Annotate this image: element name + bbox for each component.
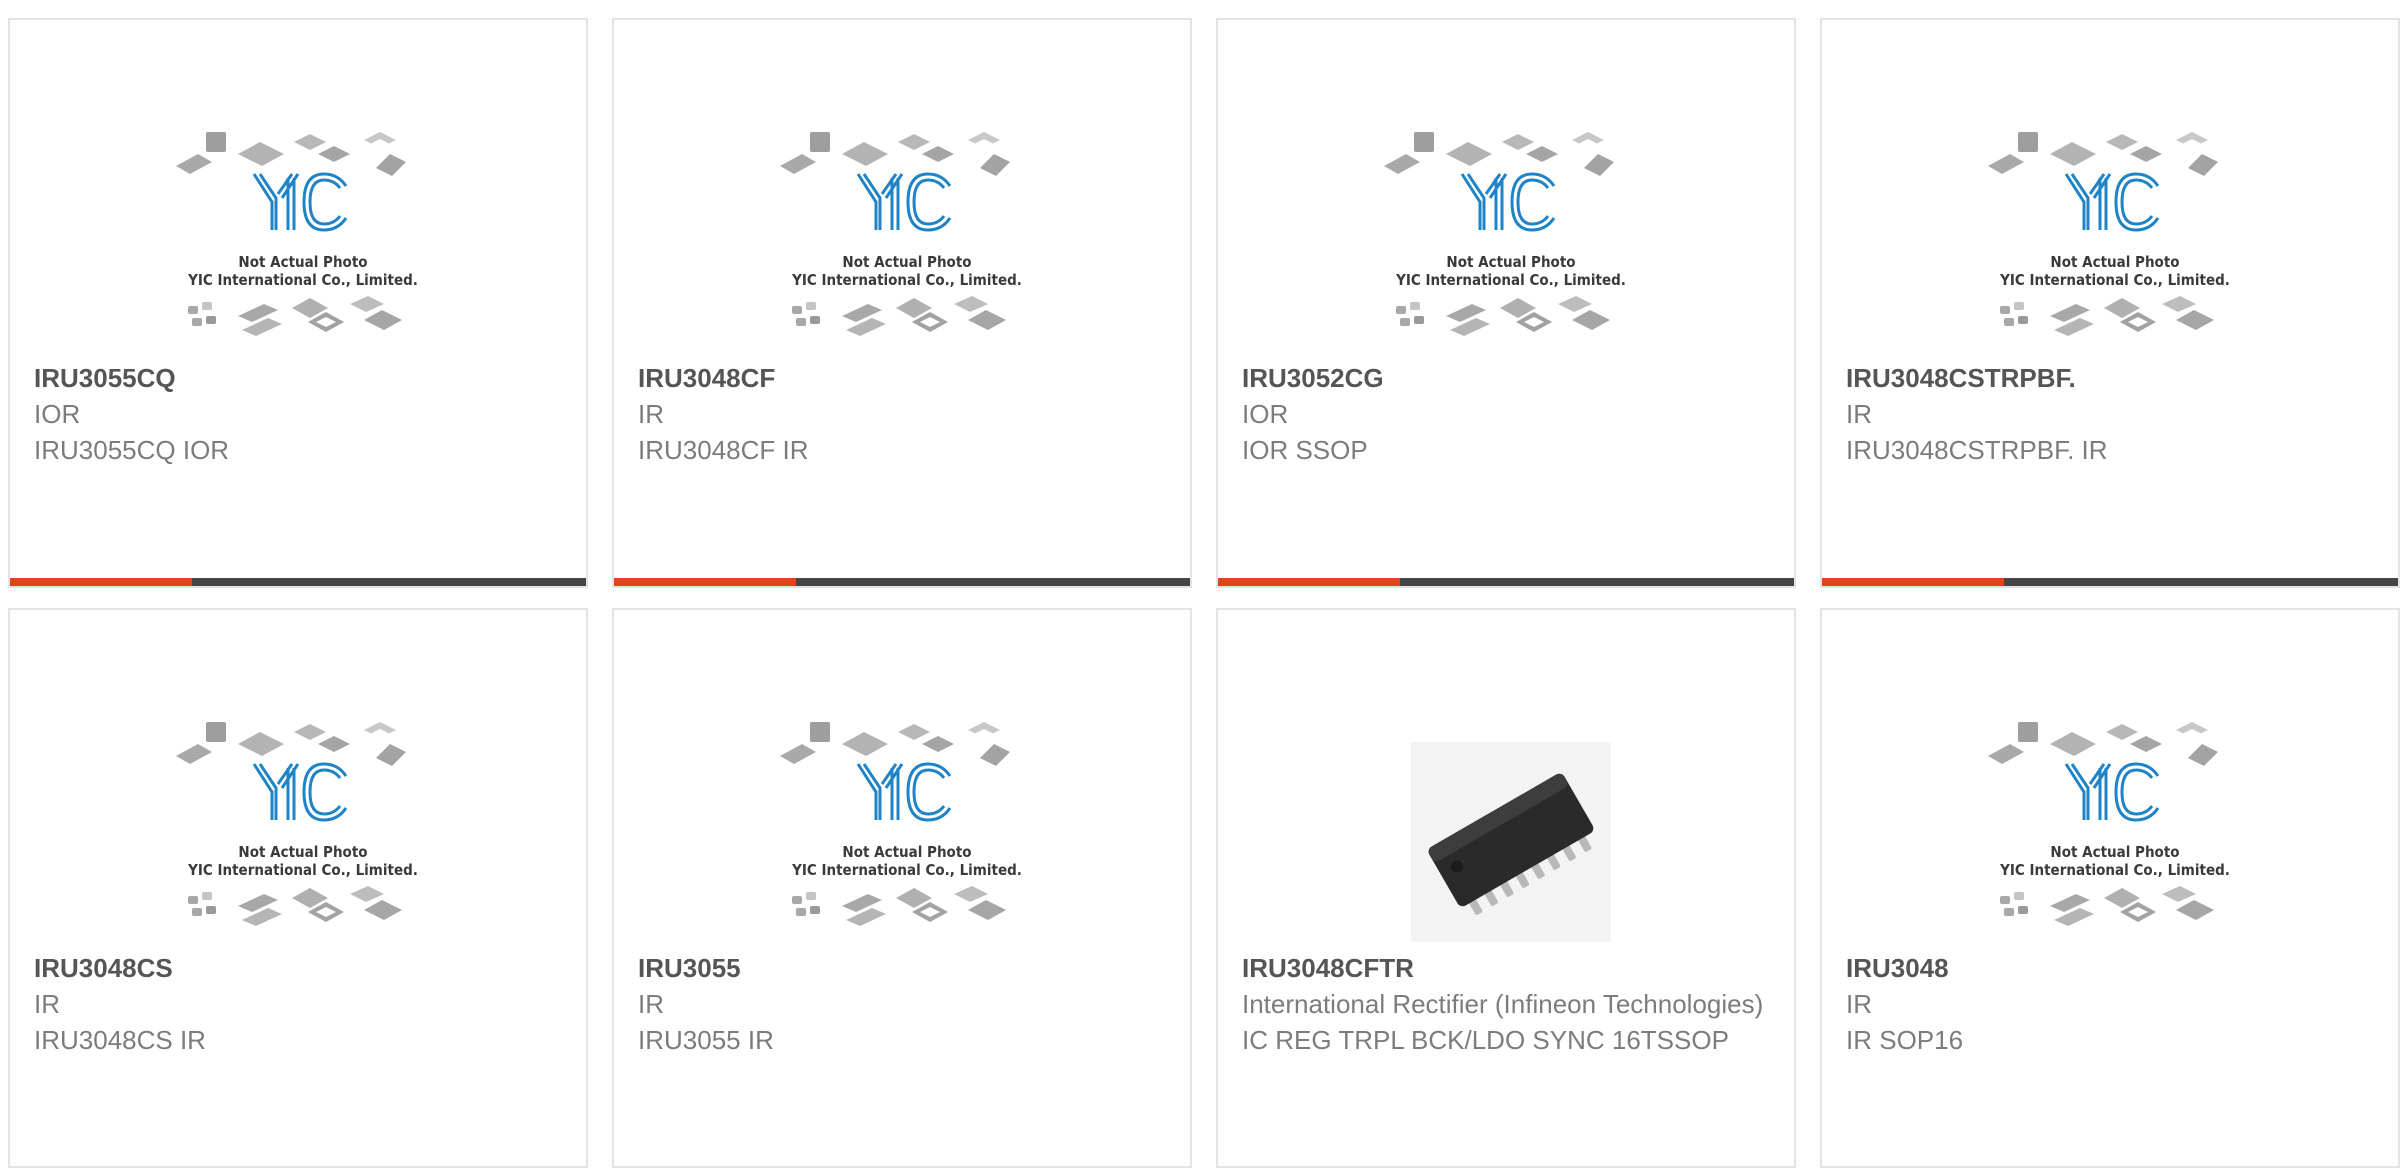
placeholder-caption-1: Not Actual Photo [1446,253,1575,271]
product-image[interactable]: Not Actual Photo YIC International Co., … [1980,102,2250,372]
part-number-link[interactable]: IRU3048CS [34,950,562,986]
part-number-link[interactable]: IRU3048CSTRPBF. [1846,360,2374,396]
card-accent-bar [1822,578,2398,586]
placeholder-caption-1: Not Actual Photo [842,253,971,271]
placeholder-caption-2: YIC International Co., Limited. [1999,861,2230,879]
description: IRU3048CF IR [638,435,809,465]
placeholder-caption-2: YIC International Co., Limited. [1395,271,1626,289]
description: IRU3048CS IR [34,1025,206,1055]
description: IRU3055 IR [638,1025,774,1055]
placeholder-caption-2: YIC International Co., Limited. [791,271,1022,289]
description: IOR SSOP [1242,435,1368,465]
placeholder-caption-2: YIC International Co., Limited. [1999,271,2230,289]
product-image[interactable]: Not Actual Photo YIC International Co., … [168,102,438,372]
placeholder-caption-1: Not Actual Photo [2050,253,2179,271]
placeholder-caption-2: YIC International Co., Limited. [791,861,1022,879]
card-accent-bar [10,578,586,586]
description: IRU3055CQ IOR [34,435,230,465]
product-image[interactable]: Not Actual Photo YIC International Co., … [772,692,1042,962]
part-number-link[interactable]: IRU3048CF [638,360,1166,396]
part-number-link[interactable]: IRU3055CQ [34,360,562,396]
tssop-chip-icon [1411,742,1611,942]
manufacturer: IR [1846,399,1872,429]
placeholder-caption-1: Not Actual Photo [842,843,971,861]
placeholder-caption-1: Not Actual Photo [238,253,367,271]
manufacturer: International Rectifier (Infineon Techno… [1242,989,1764,1019]
product-image[interactable]: Not Actual Photo YIC International Co., … [168,692,438,962]
placeholder-caption-2: YIC International Co., Limited. [187,861,418,879]
manufacturer: IR [1846,989,1872,1019]
product-grid: Not Actual Photo YIC International Co., … [8,18,2400,1168]
product-image[interactable]: Not Actual Photo YIC International Co., … [1376,102,1646,372]
placeholder-caption-2: YIC International Co., Limited. [187,271,418,289]
part-number-link[interactable]: IRU3048CFTR [1242,950,1770,986]
manufacturer: IR [34,989,60,1019]
placeholder-caption-1: Not Actual Photo [238,843,367,861]
placeholder-caption-1: Not Actual Photo [2050,843,2179,861]
manufacturer: IOR [1242,399,1289,429]
part-number-link[interactable]: IRU3048 [1846,950,2374,986]
product-card[interactable]: Not Actual Photo YIC International Co., … [612,18,1192,588]
product-card[interactable]: Not Actual Photo YIC International Co., … [1820,18,2400,588]
manufacturer: IOR [34,399,81,429]
manufacturer: IR [638,989,664,1019]
product-card[interactable]: Not Actual Photo YIC International Co., … [8,18,588,588]
part-number-link[interactable]: IRU3052CG [1242,360,1770,396]
card-accent-bar [614,578,1190,586]
card-accent-bar [1218,578,1794,586]
product-card[interactable]: Not Actual Photo YIC International Co., … [1216,18,1796,588]
description: IC REG TRPL BCK/LDO SYNC 16TSSOP [1242,1025,1729,1055]
product-image[interactable]: Not Actual Photo YIC International Co., … [1980,692,2250,962]
product-card[interactable]: Not Actual Photo YIC International Co., … [8,608,588,1168]
part-number-link[interactable]: IRU3055 [638,950,1166,986]
product-card[interactable]: Not Actual Photo YIC International Co., … [612,608,1192,1168]
description: IR SOP16 [1846,1025,1964,1055]
product-image[interactable] [1376,692,1646,962]
description: IRU3048CSTRPBF. IR [1846,435,2108,465]
product-card[interactable]: IRU3048CFTR International Rectifier (Inf… [1216,608,1796,1168]
manufacturer: IR [638,399,664,429]
product-card[interactable]: Not Actual Photo YIC International Co., … [1820,608,2400,1168]
product-image[interactable]: Not Actual Photo YIC International Co., … [772,102,1042,372]
